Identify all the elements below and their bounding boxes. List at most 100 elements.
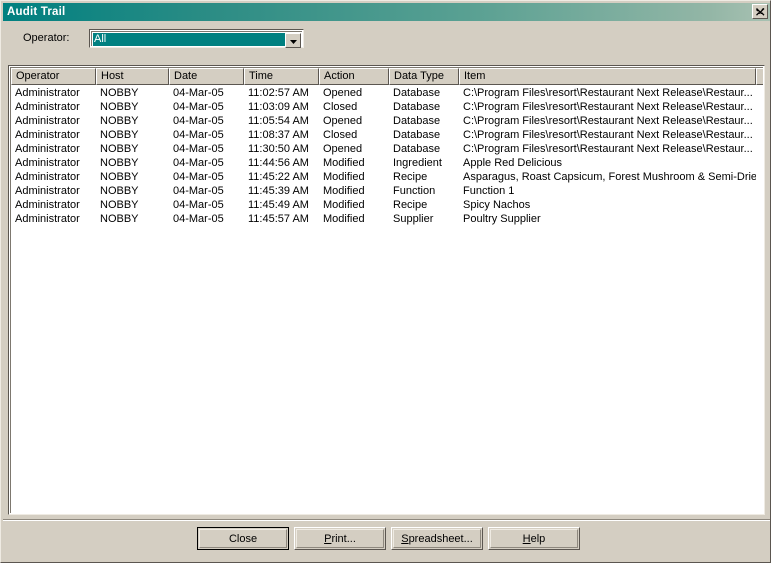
cell-host: NOBBY	[100, 87, 139, 99]
cell-time: 11:02:57 AM	[248, 87, 309, 99]
cell-host: NOBBY	[100, 199, 139, 211]
cell-host: NOBBY	[100, 143, 139, 155]
cell-date: 04-Mar-05	[173, 213, 224, 225]
print-button[interactable]: Print...	[294, 527, 386, 550]
table-row[interactable]: Administrator NOBBY 04-Mar-05 11:08:37 AM Cl…	[11, 128, 763, 142]
cell-host: NOBBY	[100, 115, 139, 127]
help-button-label: Help	[522, 532, 546, 545]
table-row[interactable]: Administrator NOBBY 04-Mar-05 11:05:54 AM Op…	[11, 114, 763, 128]
window-title: Audit Trail	[7, 6, 66, 18]
table-row[interactable]: Administrator NOBBY 04-Mar-05 11:44:56 AM Mo…	[11, 156, 763, 170]
cell-time: 11:44:56 AM	[248, 157, 309, 169]
cell-operator: Administrator	[15, 157, 80, 169]
table-body: Administrator NOBBY 04-Mar-05 11:02:57 AM Op…	[11, 85, 763, 226]
table-row[interactable]: Administrator NOBBY 04-Mar-05 11:45:39 AM Mo…	[11, 184, 763, 198]
close-button[interactable]: Close	[197, 527, 289, 550]
spreadsheet-button-label: Spreadsheet...	[401, 532, 473, 545]
cell-action: Closed	[323, 129, 358, 141]
cell-host: NOBBY	[100, 129, 139, 141]
cell-action: Modified	[323, 213, 365, 225]
cell-date: 04-Mar-05	[173, 171, 224, 183]
table-row[interactable]: Administrator NOBBY 04-Mar-05 11:45:57 AM Mo…	[11, 212, 763, 226]
operator-dropdown-arrow-button[interactable]	[285, 33, 301, 48]
cell-action: Closed	[323, 101, 358, 113]
cell-date: 04-Mar-05	[173, 199, 224, 211]
cell-action: Opened	[323, 87, 363, 99]
cell-action: Opened	[323, 115, 363, 127]
operator-selected-value[interactable]: All	[93, 33, 285, 46]
column-header-operator[interactable]: Operator	[11, 68, 96, 85]
cell-date: 04-Mar-05	[173, 143, 224, 155]
cell-time: 11:45:49 AM	[248, 199, 309, 211]
spreadsheet-button[interactable]: Spreadsheet...	[391, 527, 483, 550]
cell-data-type: Function	[393, 185, 436, 197]
chevron-down-icon	[289, 35, 297, 47]
audit-trail-list[interactable]: Operator Host Date Time Action Data Type Item …	[8, 65, 765, 515]
cell-data-type: Database	[393, 101, 441, 113]
cell-data-type: Database	[393, 87, 441, 99]
cell-item: C:\Program Files\resort\Restaurant Next …	[463, 115, 753, 127]
cell-action: Opened	[323, 143, 363, 155]
cell-operator: Administrator	[15, 129, 80, 141]
cell-date: 04-Mar-05	[173, 87, 224, 99]
cell-operator: Administrator	[15, 185, 80, 197]
cell-data-type: Recipe	[393, 199, 428, 211]
cell-date: 04-Mar-05	[173, 157, 224, 169]
cell-item: C:\Program Files\resort\Restaurant Next …	[463, 87, 753, 99]
close-window-button[interactable]	[752, 4, 768, 19]
cell-date: 04-Mar-05	[173, 129, 224, 141]
cell-time: 11:08:37 AM	[248, 129, 309, 141]
cell-host: NOBBY	[100, 171, 139, 183]
cell-data-type: Database	[393, 143, 441, 155]
cell-item: Function 1	[463, 185, 515, 197]
print-button-label: Print...	[324, 532, 356, 545]
cell-time: 11:45:22 AM	[248, 171, 309, 183]
column-header-item[interactable]: Item	[459, 68, 756, 85]
cell-operator: Administrator	[15, 171, 80, 183]
cell-item: C:\Program Files\resort\Restaurant Next …	[463, 101, 753, 113]
operator-label: Operator:	[23, 32, 70, 44]
table-row[interactable]: Administrator NOBBY 04-Mar-05 11:02:57 AM Op…	[11, 86, 763, 100]
operator-filter-row: Operator: All	[1, 27, 771, 53]
column-header-time[interactable]: Time	[244, 68, 319, 85]
table-row[interactable]: Administrator NOBBY 04-Mar-05 11:03:09 AM Cl…	[11, 100, 763, 114]
cell-item: Asparagus, Roast Capsicum, Forest Mushro…	[463, 171, 756, 183]
table-row[interactable]: Administrator NOBBY 04-Mar-05 11:30:50 AM Op…	[11, 142, 763, 156]
cell-operator: Administrator	[15, 101, 80, 113]
cell-operator: Administrator	[15, 199, 80, 211]
cell-time: 11:30:50 AM	[248, 143, 309, 155]
cell-operator: Administrator	[15, 213, 80, 225]
column-header-action[interactable]: Action	[319, 68, 389, 85]
cell-host: NOBBY	[100, 213, 139, 225]
button-bar-separator	[3, 519, 770, 521]
operator-dropdown-inner: All	[91, 31, 302, 48]
column-header-date[interactable]: Date	[169, 68, 244, 85]
cell-date: 04-Mar-05	[173, 115, 224, 127]
cell-item: C:\Program Files\resort\Restaurant Next …	[463, 129, 753, 141]
cell-host: NOBBY	[100, 185, 139, 197]
audit-trail-list-inner: Operator Host Date Time Action Data Type Item …	[10, 67, 763, 513]
audit-trail-window: Audit Trail Operator: All Operator Host …	[0, 0, 771, 563]
cell-data-type: Ingredient	[393, 157, 442, 169]
table-row[interactable]: Administrator NOBBY 04-Mar-05 11:45:22 AM Mo…	[11, 170, 763, 184]
close-button-label: Close	[228, 532, 258, 545]
cell-data-type: Database	[393, 129, 441, 141]
column-header-data-type[interactable]: Data Type	[389, 68, 459, 85]
table-row[interactable]: Administrator NOBBY 04-Mar-05 11:45:49 AM Mo…	[11, 198, 763, 212]
close-x-icon	[755, 7, 765, 16]
cell-operator: Administrator	[15, 87, 80, 99]
title-bar: Audit Trail	[3, 3, 770, 21]
button-bar: Close Print... Spreadsheet... Help	[1, 523, 771, 564]
cell-data-type: Database	[393, 115, 441, 127]
operator-dropdown[interactable]: All	[89, 29, 304, 48]
cell-action: Modified	[323, 199, 365, 211]
cell-data-type: Recipe	[393, 171, 428, 183]
cell-item: C:\Program Files\resort\Restaurant Next …	[463, 143, 753, 155]
help-button[interactable]: Help	[488, 527, 580, 550]
cell-host: NOBBY	[100, 157, 139, 169]
column-header-host[interactable]: Host	[96, 68, 169, 85]
cell-operator: Administrator	[15, 143, 80, 155]
table-header-row: Operator Host Date Time Action Data Type Item	[11, 68, 763, 85]
column-header-blank[interactable]	[756, 68, 763, 85]
cell-item: Spicy Nachos	[463, 199, 531, 211]
